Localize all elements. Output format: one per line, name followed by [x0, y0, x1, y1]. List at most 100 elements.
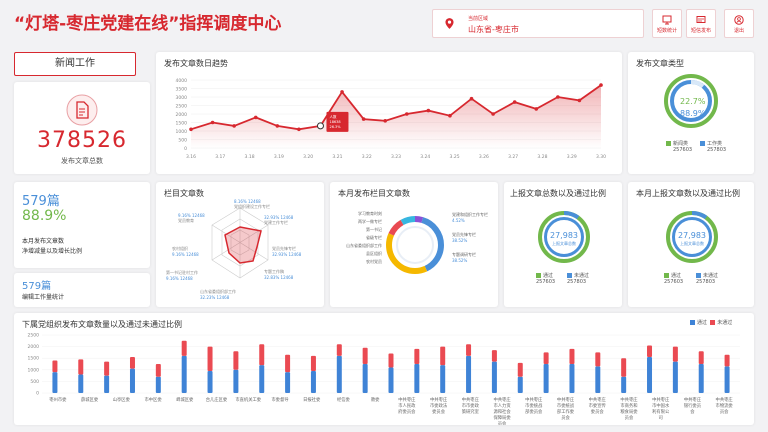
- x-tick-label: 3.24: [420, 154, 430, 160]
- trend-point: [404, 112, 409, 116]
- x-category-label: 中共枣庄: [620, 396, 638, 403]
- x-category-label: 员会: [720, 408, 729, 415]
- x-category-label: 部工作委: [557, 408, 575, 415]
- radar-label-1: 32.93% 12468 党建工作专栏: [264, 215, 293, 226]
- y-tick-label: 1000: [28, 367, 40, 373]
- x-tick-label: 3.30: [596, 154, 606, 160]
- x-tick-label: 3.22: [362, 154, 372, 160]
- tooltip-rate: 26.3%: [329, 125, 341, 129]
- x-category-label: 司: [659, 415, 663, 421]
- x-category-label: 粮食局委: [620, 408, 638, 415]
- month-column-left-label: 两学一做专栏: [358, 219, 382, 224]
- x-tick-label: 3.21: [332, 154, 342, 160]
- bar-fail: [621, 358, 627, 377]
- month-column-right-labels: 党建和组织工作专栏 4.52% 党员先锋专栏 38.52% 专题调研专栏 38.52%: [452, 212, 488, 272]
- x-tick-label: 3.17: [215, 154, 225, 160]
- stats-button-label: 短数统计: [656, 28, 677, 34]
- bar-fail: [362, 347, 368, 364]
- bar-fail: [388, 353, 394, 368]
- x-category-label: 员会: [561, 414, 570, 421]
- trend-point: [577, 98, 582, 103]
- month-column-right-label: 党员先锋专栏 38.52%: [452, 232, 488, 244]
- report-month-title: 本月上报文章数以及通过比例: [636, 189, 740, 198]
- message-button[interactable]: 短信发布: [686, 9, 716, 38]
- stats-button[interactable]: 短数统计: [652, 9, 682, 38]
- right-label-line2: 4.52%: [452, 218, 465, 223]
- bar-pass: [414, 364, 420, 393]
- type-legend-work: 工作类 257803: [700, 140, 726, 153]
- bar-fail: [698, 351, 704, 364]
- trend-point: [361, 117, 366, 121]
- report-month-value: 27,983: [678, 231, 706, 240]
- bar-pass: [621, 376, 627, 393]
- x-category-label: 市委宣传: [589, 402, 607, 409]
- x-tick-label: 3.28: [537, 154, 547, 160]
- x-tick-label: 3.19: [274, 154, 284, 160]
- bar-fail: [104, 361, 110, 376]
- x-tick-label: 3.29: [567, 154, 577, 160]
- x-category-label: 中共枣庄: [430, 396, 448, 403]
- x-category-label: 市委督导: [271, 396, 289, 403]
- report-total-title: 上报文章总数以及通过比例: [510, 189, 606, 198]
- x-category-label: 员会: [625, 414, 634, 421]
- bar-pass: [104, 375, 110, 393]
- region-selector[interactable]: 当前区域 山东省-枣庄市: [432, 9, 644, 38]
- x-category-label: 中共枣庄: [493, 396, 511, 403]
- x-category-label: 枣州市委: [49, 396, 67, 403]
- report-total-legend-pass: 通过 257603: [536, 272, 555, 285]
- radar-label-7-line2: 党员教育: [178, 218, 194, 223]
- x-category-label: 部委员会: [525, 408, 543, 415]
- bar-pass: [569, 364, 575, 393]
- radar-label-2: 党员先锋专栏 32.93% 12468: [272, 246, 301, 257]
- radar-label-0: 8.16% 12468 党组织建设工作专栏: [234, 199, 270, 210]
- logout-button[interactable]: 退出: [724, 9, 754, 38]
- month-column-left-label: 学习教育时刻: [358, 211, 382, 216]
- region-label: 当前区域: [468, 16, 489, 22]
- bar-pass: [233, 369, 239, 393]
- bar-fail: [259, 344, 265, 366]
- workload-label: 编辑工作量统计: [22, 294, 65, 301]
- bar-pass: [310, 370, 316, 393]
- legend-swatch: [536, 273, 541, 278]
- x-category-label: 经信委: [337, 396, 351, 403]
- bar-fail: [517, 362, 523, 377]
- y-tick-label: 1500: [28, 356, 40, 362]
- x-category-label: 市委统战: [525, 402, 543, 409]
- x-category-label: 市中区委: [144, 396, 162, 403]
- bar-fail: [440, 346, 446, 366]
- month-column-left-label: 县区组织: [366, 251, 382, 256]
- trend-point: [275, 124, 280, 128]
- x-category-label: 峄城区委: [176, 396, 194, 403]
- x-tick-label: 3.23: [391, 154, 401, 160]
- bar-fail: [466, 344, 472, 356]
- bar-fail: [595, 352, 601, 367]
- x-category-label: 中共枣庄: [525, 396, 543, 403]
- x-category-label: 市人民政: [398, 402, 416, 409]
- radar-label-4: 山东省委组织部工作 32.23% 12468: [200, 289, 236, 300]
- report-total-pass-value: 257603: [536, 279, 556, 285]
- x-category-label: 府委员会: [398, 408, 416, 415]
- y-tick-label: 2500: [176, 104, 188, 110]
- trend-point: [512, 100, 517, 104]
- x-category-label: 中共枣庄: [684, 396, 702, 403]
- bar-pass: [78, 374, 84, 393]
- report-total-fail-value: 257803: [567, 279, 587, 285]
- x-category-label: 保障局委: [493, 414, 511, 421]
- bar-pass: [362, 364, 368, 393]
- radar-label-1-line2: 党建工作专栏: [264, 220, 288, 225]
- report-total-legend-fail: 未通过 257803: [567, 272, 589, 285]
- trend-point: [534, 107, 539, 111]
- bar-pass: [517, 376, 523, 393]
- legend-swatch: [567, 273, 572, 278]
- news-work-button[interactable]: 新闻工作: [14, 52, 136, 76]
- monthly-label-line2: 净增减量以及增长比例: [22, 248, 83, 255]
- x-category-label: 市中国水: [652, 402, 670, 409]
- x-category-label: 中共枣庄: [462, 396, 480, 403]
- type-pct-blue: 88.9%: [680, 109, 706, 118]
- x-category-label: 策研究室: [462, 408, 480, 415]
- x-category-label: 利有限公: [652, 408, 670, 415]
- type-legend-work-value: 257803: [707, 147, 727, 153]
- bar-fail: [155, 364, 161, 377]
- x-category-label: 市委统战: [557, 402, 575, 409]
- legend-swatch: [666, 141, 671, 146]
